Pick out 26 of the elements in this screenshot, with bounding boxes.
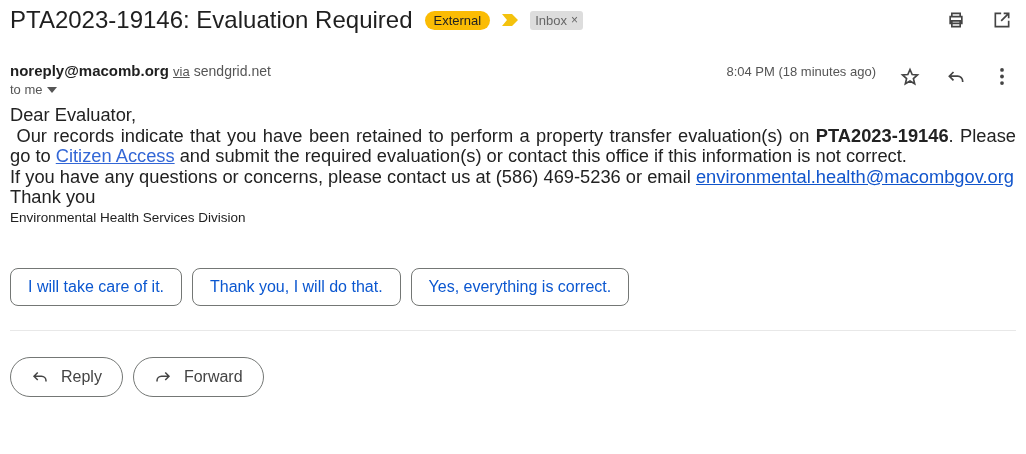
external-label: External (424, 10, 491, 30)
text-link[interactable]: Citizen Access (55, 145, 175, 166)
open-new-window-icon (992, 10, 1012, 30)
caret-icon (46, 86, 57, 93)
smart-reply-button[interactable]: Thank you, I will do that. (192, 267, 401, 306)
email-link[interactable]: environmental.health@macombgov.org (695, 165, 1014, 187)
label-text: Inbox (535, 12, 567, 28)
email-subject: PTA2023-19146: Evaluation Required (10, 6, 413, 34)
more-vertical-icon (1000, 68, 1004, 85)
smart-reply-button[interactable]: Yes, everything is correct. (410, 267, 630, 306)
signature-text: Environmental Health Services Division (10, 208, 247, 227)
forward-button[interactable]: Forward (132, 356, 264, 397)
body-paragraph: Our records indicate that you have been retained to perform a property transfer evaluation(s) on PTA2023-19146. Please go to Citizen Access and submit the required evaluation(s) or contact this office if this information is not correct. (10, 125, 1016, 167)
remove-label-button[interactable]: × (571, 13, 579, 27)
reply-action-button[interactable]: Reply (10, 356, 123, 397)
body-text: Thank you (10, 187, 97, 208)
timestamp: 8:04 PM (18 minutes ago) (726, 64, 876, 79)
smart-reply-button[interactable]: I will take care of it. (10, 267, 183, 306)
sender-address: noreply@macomb.org (10, 62, 169, 79)
importance-marker-icon (502, 14, 519, 26)
body-paragraph: If you have any questions or concerns, please contact us at (586) 469-5236 or email environmental.health@macombgov.org (10, 166, 1015, 187)
print-icon (946, 10, 966, 30)
relay-domain: sendgrid.net (193, 63, 271, 79)
recipient-dropdown[interactable]: to me (10, 82, 57, 97)
body-text: Dear Evaluator, (10, 105, 137, 126)
via-link[interactable]: via (173, 64, 190, 79)
